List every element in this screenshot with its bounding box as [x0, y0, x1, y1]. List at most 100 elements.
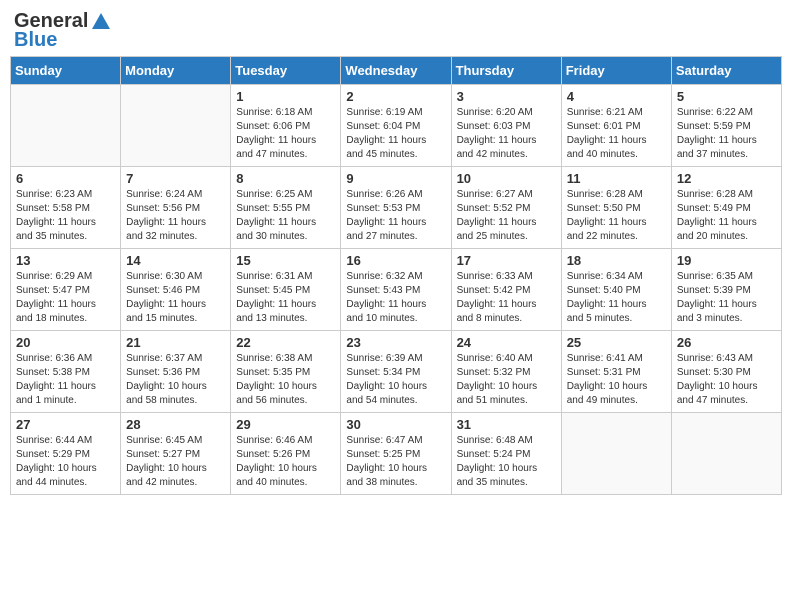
calendar-cell: 17 Sunrise: 6:33 AM Sunset: 5:42 PM Dayli… [451, 249, 561, 331]
day-info: Sunrise: 6:24 AM Sunset: 5:56 PM Dayligh… [126, 188, 225, 244]
calendar-week-row: 20 Sunrise: 6:36 AM Sunset: 5:38 PM Dayli… [11, 331, 782, 413]
day-info: Sunrise: 6:43 AM Sunset: 5:30 PM Dayligh… [677, 352, 776, 408]
day-info: Sunrise: 6:22 AM Sunset: 5:59 PM Dayligh… [677, 106, 776, 162]
calendar-cell: 18 Sunrise: 6:34 AM Sunset: 5:40 PM Dayli… [561, 249, 671, 331]
calendar-cell: 23Sunrise: 6:39 AM Sunset: 5:34 PM Dayli… [341, 331, 451, 413]
day-number: 10 [457, 171, 556, 186]
logo: General Blue [14, 10, 112, 52]
day-info: Sunrise: 6:45 AM Sunset: 5:27 PM Dayligh… [126, 434, 225, 490]
day-of-week-header: Tuesday [231, 57, 341, 85]
calendar-week-row: 13 Sunrise: 6:29 AM Sunset: 5:47 PM Dayli… [11, 249, 782, 331]
day-number: 11 [567, 171, 666, 186]
calendar-cell: 15Sunrise: 6:31 AM Sunset: 5:45 PM Dayli… [231, 249, 341, 331]
calendar-cell [671, 413, 781, 495]
calendar-week-row: 27 Sunrise: 6:44 AM Sunset: 5:29 PM Dayli… [11, 413, 782, 495]
day-info: Sunrise: 6:44 AM Sunset: 5:29 PM Dayligh… [16, 434, 115, 490]
day-of-week-header: Wednesday [341, 57, 451, 85]
calendar-week-row: 1Sunrise: 6:18 AM Sunset: 6:06 PM Daylig… [11, 85, 782, 167]
calendar-cell: 2 Sunrise: 6:19 AM Sunset: 6:04 PM Daylig… [341, 85, 451, 167]
calendar-cell: 4 Sunrise: 6:21 AM Sunset: 6:01 PM Daylig… [561, 85, 671, 167]
calendar-cell: 14Sunrise: 6:30 AM Sunset: 5:46 PM Dayli… [121, 249, 231, 331]
day-info: Sunrise: 6:21 AM Sunset: 6:01 PM Dayligh… [567, 106, 666, 162]
day-number: 27 [16, 417, 115, 432]
day-number: 21 [126, 335, 225, 350]
calendar-header-row: SundayMondayTuesdayWednesdayThursdayFrid… [11, 57, 782, 85]
page-header: General Blue [10, 10, 782, 52]
day-info: Sunrise: 6:33 AM Sunset: 5:42 PM Dayligh… [457, 270, 556, 326]
day-number: 6 [16, 171, 115, 186]
day-number: 23 [346, 335, 445, 350]
day-info: Sunrise: 6:29 AM Sunset: 5:47 PM Dayligh… [16, 270, 115, 326]
day-number: 2 [346, 89, 445, 104]
calendar-cell: 10 Sunrise: 6:27 AM Sunset: 5:52 PM Dayli… [451, 167, 561, 249]
day-number: 19 [677, 253, 776, 268]
day-info: Sunrise: 6:20 AM Sunset: 6:03 PM Dayligh… [457, 106, 556, 162]
calendar-cell: 29Sunrise: 6:46 AM Sunset: 5:26 PM Dayli… [231, 413, 341, 495]
calendar-cell: 6Sunrise: 6:23 AM Sunset: 5:58 PM Daylig… [11, 167, 121, 249]
day-number: 3 [457, 89, 556, 104]
calendar-cell: 20 Sunrise: 6:36 AM Sunset: 5:38 PM Dayli… [11, 331, 121, 413]
calendar-cell: 27 Sunrise: 6:44 AM Sunset: 5:29 PM Dayli… [11, 413, 121, 495]
calendar-cell: 16 Sunrise: 6:32 AM Sunset: 5:43 PM Dayli… [341, 249, 451, 331]
day-number: 28 [126, 417, 225, 432]
day-number: 22 [236, 335, 335, 350]
day-info: Sunrise: 6:41 AM Sunset: 5:31 PM Dayligh… [567, 352, 666, 408]
day-of-week-header: Thursday [451, 57, 561, 85]
calendar-cell: 26 Sunrise: 6:43 AM Sunset: 5:30 PM Dayli… [671, 331, 781, 413]
day-number: 30 [346, 417, 445, 432]
day-info: Sunrise: 6:27 AM Sunset: 5:52 PM Dayligh… [457, 188, 556, 244]
day-info: Sunrise: 6:19 AM Sunset: 6:04 PM Dayligh… [346, 106, 445, 162]
logo-blue-text: Blue [14, 29, 57, 52]
calendar-cell: 21Sunrise: 6:37 AM Sunset: 5:36 PM Dayli… [121, 331, 231, 413]
calendar-cell [11, 85, 121, 167]
logo-icon [90, 11, 112, 33]
calendar-cell: 13 Sunrise: 6:29 AM Sunset: 5:47 PM Dayli… [11, 249, 121, 331]
calendar-cell: 12 Sunrise: 6:28 AM Sunset: 5:49 PM Dayli… [671, 167, 781, 249]
calendar-cell: 7 Sunrise: 6:24 AM Sunset: 5:56 PM Daylig… [121, 167, 231, 249]
day-number: 24 [457, 335, 556, 350]
calendar-cell: 8Sunrise: 6:25 AM Sunset: 5:55 PM Daylig… [231, 167, 341, 249]
day-number: 13 [16, 253, 115, 268]
calendar-cell: 3 Sunrise: 6:20 AM Sunset: 6:03 PM Daylig… [451, 85, 561, 167]
day-info: Sunrise: 6:28 AM Sunset: 5:49 PM Dayligh… [677, 188, 776, 244]
calendar-week-row: 6Sunrise: 6:23 AM Sunset: 5:58 PM Daylig… [11, 167, 782, 249]
day-info: Sunrise: 6:31 AM Sunset: 5:45 PM Dayligh… [236, 270, 335, 326]
day-info: Sunrise: 6:38 AM Sunset: 5:35 PM Dayligh… [236, 352, 335, 408]
day-number: 17 [457, 253, 556, 268]
day-info: Sunrise: 6:28 AM Sunset: 5:50 PM Dayligh… [567, 188, 666, 244]
calendar-cell [561, 413, 671, 495]
calendar-cell: 30 Sunrise: 6:47 AM Sunset: 5:25 PM Dayli… [341, 413, 451, 495]
day-info: Sunrise: 6:35 AM Sunset: 5:39 PM Dayligh… [677, 270, 776, 326]
calendar-cell: 5 Sunrise: 6:22 AM Sunset: 5:59 PM Daylig… [671, 85, 781, 167]
calendar-cell: 19 Sunrise: 6:35 AM Sunset: 5:39 PM Dayli… [671, 249, 781, 331]
day-of-week-header: Friday [561, 57, 671, 85]
calendar-cell: 1Sunrise: 6:18 AM Sunset: 6:06 PM Daylig… [231, 85, 341, 167]
day-info: Sunrise: 6:36 AM Sunset: 5:38 PM Dayligh… [16, 352, 115, 408]
day-number: 26 [677, 335, 776, 350]
day-number: 4 [567, 89, 666, 104]
day-number: 18 [567, 253, 666, 268]
day-number: 5 [677, 89, 776, 104]
day-number: 12 [677, 171, 776, 186]
day-info: Sunrise: 6:40 AM Sunset: 5:32 PM Dayligh… [457, 352, 556, 408]
day-of-week-header: Saturday [671, 57, 781, 85]
day-number: 25 [567, 335, 666, 350]
day-info: Sunrise: 6:48 AM Sunset: 5:24 PM Dayligh… [457, 434, 556, 490]
calendar-cell: 22 Sunrise: 6:38 AM Sunset: 5:35 PM Dayli… [231, 331, 341, 413]
day-info: Sunrise: 6:26 AM Sunset: 5:53 PM Dayligh… [346, 188, 445, 244]
calendar-cell: 24 Sunrise: 6:40 AM Sunset: 5:32 PM Dayli… [451, 331, 561, 413]
day-number: 7 [126, 171, 225, 186]
calendar-table: SundayMondayTuesdayWednesdayThursdayFrid… [10, 56, 782, 495]
day-number: 20 [16, 335, 115, 350]
calendar-cell: 25 Sunrise: 6:41 AM Sunset: 5:31 PM Dayli… [561, 331, 671, 413]
day-info: Sunrise: 6:34 AM Sunset: 5:40 PM Dayligh… [567, 270, 666, 326]
day-info: Sunrise: 6:32 AM Sunset: 5:43 PM Dayligh… [346, 270, 445, 326]
day-number: 14 [126, 253, 225, 268]
day-info: Sunrise: 6:47 AM Sunset: 5:25 PM Dayligh… [346, 434, 445, 490]
day-number: 31 [457, 417, 556, 432]
calendar-cell: 28 Sunrise: 6:45 AM Sunset: 5:27 PM Dayli… [121, 413, 231, 495]
day-number: 16 [346, 253, 445, 268]
calendar-cell: 9Sunrise: 6:26 AM Sunset: 5:53 PM Daylig… [341, 167, 451, 249]
calendar-cell: 31 Sunrise: 6:48 AM Sunset: 5:24 PM Dayli… [451, 413, 561, 495]
day-number: 29 [236, 417, 335, 432]
